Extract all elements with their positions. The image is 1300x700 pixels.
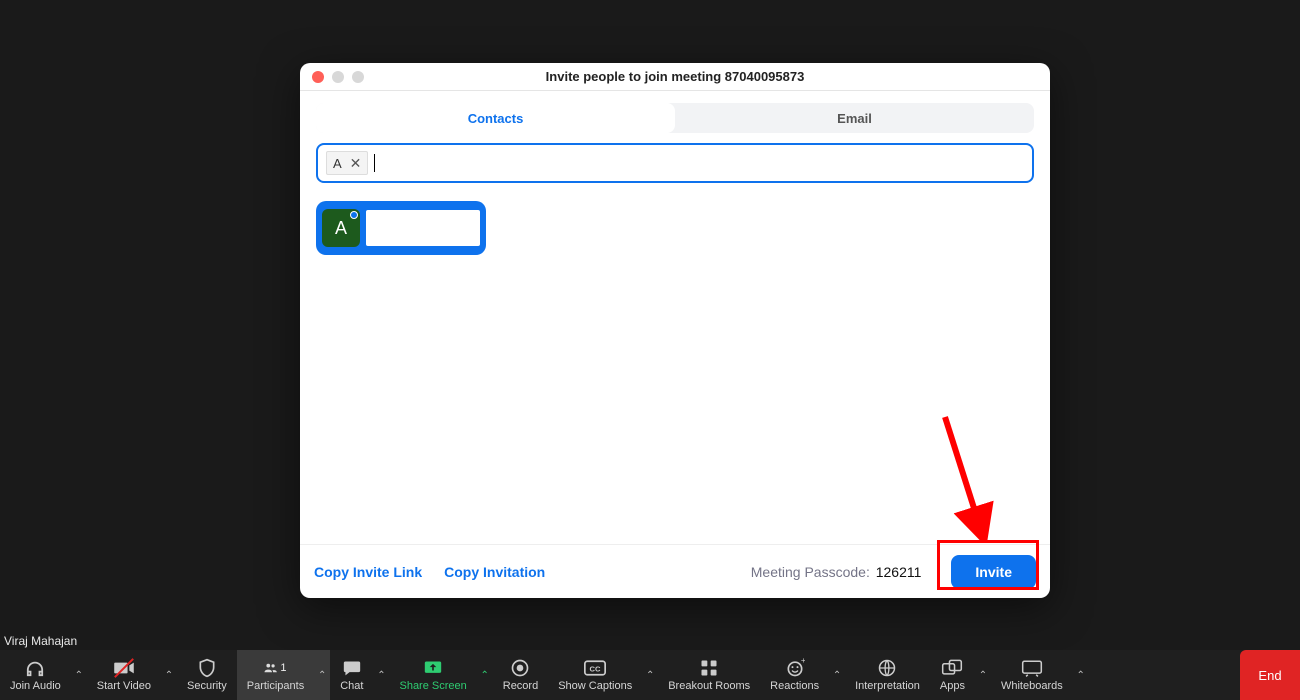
chat-label: Chat bbox=[340, 680, 363, 692]
join-audio-menu-caret[interactable]: ⌃ bbox=[71, 650, 87, 700]
passcode-label: Meeting Passcode: bbox=[751, 564, 870, 580]
apps-button[interactable]: Apps bbox=[930, 650, 975, 700]
contact-search-input[interactable]: A ✕ bbox=[316, 143, 1034, 183]
record-icon bbox=[509, 658, 531, 678]
end-label: End bbox=[1258, 668, 1281, 683]
meeting-toolbar: Join Audio ⌃ Start Video ⌃ Security 1 Pa… bbox=[0, 650, 1300, 700]
share-screen-menu-caret[interactable]: ⌃ bbox=[477, 650, 493, 700]
apps-menu-caret[interactable]: ⌃ bbox=[975, 650, 991, 700]
participants-icon: 1 bbox=[264, 658, 286, 678]
tab-email[interactable]: Email bbox=[675, 103, 1034, 133]
reactions-button[interactable]: + Reactions bbox=[760, 650, 829, 700]
share-screen-label: Share Screen bbox=[399, 680, 466, 692]
apps-label: Apps bbox=[940, 680, 965, 692]
participants-menu-caret[interactable]: ⌃ bbox=[314, 650, 330, 700]
titlebar: Invite people to join meeting 8704009587… bbox=[300, 63, 1050, 91]
reactions-icon: + bbox=[784, 658, 806, 678]
search-chip-text: A bbox=[333, 156, 342, 171]
contact-result-card[interactable]: A bbox=[316, 201, 486, 255]
whiteboard-icon bbox=[1021, 658, 1043, 678]
minimize-window-button[interactable] bbox=[332, 71, 344, 83]
share-screen-button[interactable]: Share Screen bbox=[389, 650, 476, 700]
invite-button[interactable]: Invite bbox=[951, 555, 1036, 589]
copy-invite-link-button[interactable]: Copy Invite Link bbox=[314, 564, 422, 580]
apps-icon bbox=[941, 658, 963, 678]
chat-menu-caret[interactable]: ⌃ bbox=[373, 650, 389, 700]
captions-icon: CC bbox=[584, 658, 606, 678]
invite-tabs: Contacts Email bbox=[316, 103, 1034, 133]
participants-count: 1 bbox=[280, 662, 286, 674]
show-captions-label: Show Captions bbox=[558, 680, 632, 692]
whiteboards-label: Whiteboards bbox=[1001, 680, 1063, 692]
breakout-rooms-label: Breakout Rooms bbox=[668, 680, 750, 692]
participants-label: Participants bbox=[247, 680, 304, 692]
end-meeting-button[interactable]: End bbox=[1240, 650, 1300, 700]
join-audio-button[interactable]: Join Audio bbox=[0, 650, 71, 700]
security-button[interactable]: Security bbox=[177, 650, 237, 700]
video-off-icon bbox=[113, 658, 135, 678]
headphones-icon bbox=[24, 658, 46, 678]
svg-text:+: + bbox=[800, 658, 804, 665]
whiteboards-menu-caret[interactable]: ⌃ bbox=[1073, 650, 1089, 700]
passcode-value: 126211 bbox=[876, 564, 922, 580]
svg-text:CC: CC bbox=[590, 664, 601, 673]
reactions-menu-caret[interactable]: ⌃ bbox=[829, 650, 845, 700]
join-audio-label: Join Audio bbox=[10, 680, 61, 692]
breakout-icon bbox=[698, 658, 720, 678]
copy-invitation-button[interactable]: Copy Invitation bbox=[444, 564, 545, 580]
remove-chip-icon[interactable]: ✕ bbox=[350, 156, 362, 170]
self-name-label: Viraj Mahajan bbox=[4, 634, 77, 648]
start-video-label: Start Video bbox=[97, 680, 151, 692]
record-label: Record bbox=[503, 680, 538, 692]
search-chip: A ✕ bbox=[326, 151, 368, 175]
interpretation-button[interactable]: Interpretation bbox=[845, 650, 930, 700]
chat-button[interactable]: Chat bbox=[330, 650, 373, 700]
zoom-window-button[interactable] bbox=[352, 71, 364, 83]
start-video-menu-caret[interactable]: ⌃ bbox=[161, 650, 177, 700]
text-cursor bbox=[374, 154, 375, 172]
contact-avatar: A bbox=[322, 209, 360, 247]
window-controls bbox=[300, 71, 364, 83]
passcode: Meeting Passcode: 126211 bbox=[751, 564, 922, 580]
search-row: A ✕ bbox=[316, 143, 1034, 183]
breakout-rooms-button[interactable]: Breakout Rooms bbox=[658, 650, 760, 700]
captions-menu-caret[interactable]: ⌃ bbox=[642, 650, 658, 700]
close-window-button[interactable] bbox=[312, 71, 324, 83]
contact-name-box bbox=[366, 210, 480, 246]
invite-dialog: Invite people to join meeting 8704009587… bbox=[300, 63, 1050, 598]
chat-icon bbox=[341, 658, 363, 678]
globe-icon bbox=[876, 658, 898, 678]
avatar-letter: A bbox=[335, 218, 347, 239]
interpretation-label: Interpretation bbox=[855, 680, 920, 692]
tab-contacts[interactable]: Contacts bbox=[316, 103, 675, 133]
start-video-button[interactable]: Start Video bbox=[87, 650, 161, 700]
participants-button[interactable]: 1 Participants bbox=[237, 650, 314, 700]
record-button[interactable]: Record bbox=[493, 650, 548, 700]
dialog-title: Invite people to join meeting 8704009587… bbox=[300, 69, 1050, 84]
whiteboards-button[interactable]: Whiteboards bbox=[991, 650, 1073, 700]
shield-icon bbox=[196, 658, 218, 678]
show-captions-button[interactable]: CC Show Captions bbox=[548, 650, 642, 700]
dialog-footer: Copy Invite Link Copy Invitation Meeting… bbox=[300, 544, 1050, 598]
reactions-label: Reactions bbox=[770, 680, 819, 692]
share-screen-icon bbox=[422, 658, 444, 678]
security-label: Security bbox=[187, 680, 227, 692]
